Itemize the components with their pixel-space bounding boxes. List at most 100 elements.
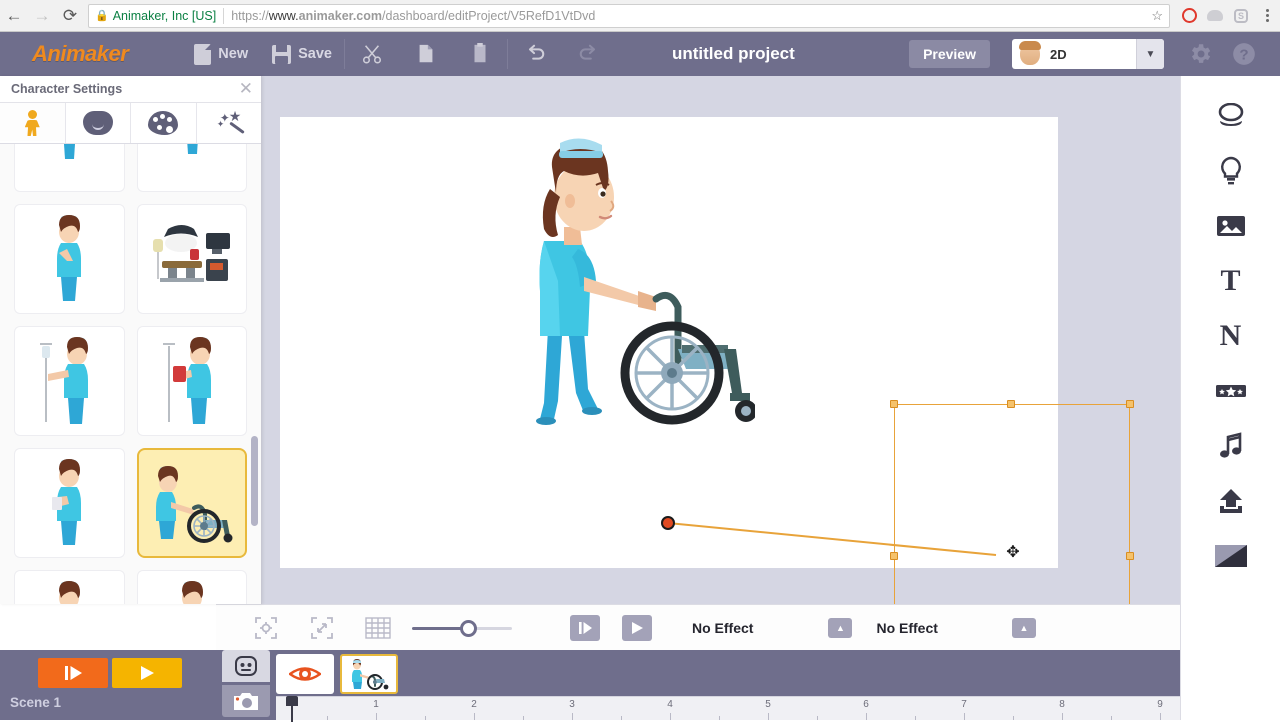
thumb-nurse-clipboard[interactable] xyxy=(14,448,125,558)
resize-handle-middle-left[interactable] xyxy=(890,552,898,560)
thumb-legs-a[interactable] xyxy=(14,144,125,192)
rail-music-icon[interactable] xyxy=(1181,418,1280,473)
track-character[interactable] xyxy=(340,654,398,694)
lock-icon: 🔒 xyxy=(95,10,109,22)
fit-screen-icon xyxy=(311,616,333,639)
thumb-nurse-standing[interactable] xyxy=(14,204,125,314)
rail-effects-icon[interactable] xyxy=(1181,363,1280,418)
play-button[interactable] xyxy=(622,614,652,641)
browser-chrome: ← → ⟳ 🔒 Animaker, Inc [US] https://www.a… xyxy=(0,0,1280,32)
new-button[interactable]: New xyxy=(182,32,260,76)
tab-pose[interactable] xyxy=(0,103,66,143)
stage-area[interactable]: ✥ xyxy=(262,76,1180,714)
close-icon[interactable]: ✕ xyxy=(239,79,253,99)
track-eye[interactable] xyxy=(276,654,334,694)
music-note-icon xyxy=(1219,431,1241,458)
zoom-knob[interactable] xyxy=(460,619,477,637)
animaker-logo[interactable]: Animaker xyxy=(32,41,129,67)
thumb-nurse-front[interactable] xyxy=(136,570,247,604)
entry-effect-caret[interactable]: ▲ xyxy=(828,617,853,638)
project-title[interactable]: untitled project xyxy=(672,44,795,64)
chevron-down-icon[interactable]: ▼ xyxy=(1136,39,1164,69)
back-button[interactable]: ← xyxy=(0,2,28,30)
tab-expression[interactable] xyxy=(65,103,131,143)
person-icon xyxy=(25,110,40,136)
play-all-button[interactable] xyxy=(112,658,182,688)
thumb-nurse-iv-stand[interactable] xyxy=(14,326,125,436)
copy-button[interactable] xyxy=(399,32,453,76)
gear-icon xyxy=(1191,44,1211,63)
thumbnail-scroll-area[interactable] xyxy=(0,144,261,604)
opera-extension-icon[interactable] xyxy=(1176,3,1202,29)
resize-handle-top-left[interactable] xyxy=(890,400,898,408)
stage-toolbar[interactable]: No Effect ▲ No Effect ▲ xyxy=(216,604,1180,650)
playhead-icon[interactable] xyxy=(286,696,298,722)
address-bar[interactable]: 🔒 Animaker, Inc [US] https://www.animake… xyxy=(88,3,1170,28)
thumb-nurse-blood-bag[interactable] xyxy=(136,326,247,436)
ruler-tick-label: 9 xyxy=(1157,699,1163,710)
resize-handle-middle-right[interactable] xyxy=(1126,552,1134,560)
timeline-tool-column xyxy=(222,650,270,720)
mode-dropdown[interactable]: 2D ▼ xyxy=(1012,39,1164,69)
preview-button[interactable]: Preview xyxy=(909,40,990,68)
undo-button[interactable] xyxy=(508,32,562,76)
settings-button[interactable] xyxy=(1178,32,1222,76)
tab-effects[interactable]: ✦ ★ ✦ xyxy=(196,103,261,143)
thumb-operating-table[interactable] xyxy=(136,204,247,314)
nurse-standing-icon xyxy=(57,215,82,301)
rail-text-icon[interactable]: T xyxy=(1181,253,1280,308)
canvas[interactable]: ✥ xyxy=(280,117,1134,714)
character-settings-panel[interactable]: Character Settings ✕ ✦ ★ ✦ xyxy=(0,76,262,604)
save-label: Save xyxy=(298,46,332,62)
play-from-here-icon xyxy=(578,621,592,634)
rail-number-icon[interactable]: N xyxy=(1181,308,1280,363)
thumb-nurse-syringe[interactable] xyxy=(14,570,125,604)
panel-tabs[interactable]: ✦ ★ ✦ xyxy=(0,103,261,144)
cut-button[interactable] xyxy=(345,32,399,76)
thumb-nurse-wheelchair[interactable] xyxy=(136,448,247,558)
rail-character-icon[interactable] xyxy=(1181,88,1280,143)
character-nurse-wheelchair[interactable] xyxy=(510,131,755,436)
scene-label: Scene 1 xyxy=(10,695,62,710)
character-tool-button[interactable] xyxy=(222,650,270,682)
timeline-track-strip[interactable] xyxy=(276,654,398,696)
panel-header: Character Settings ✕ xyxy=(0,76,261,103)
fit-screen-button[interactable] xyxy=(294,605,350,651)
zoom-slider[interactable] xyxy=(412,605,512,651)
forward-button[interactable]: → xyxy=(28,2,56,30)
grid-button[interactable] xyxy=(350,605,406,651)
app-toolbar: Animaker New Save untitled project Previ… xyxy=(0,32,1280,76)
mode-label: 2D xyxy=(1050,46,1067,62)
floppy-disk-icon xyxy=(272,44,292,64)
camera-tool-button[interactable] xyxy=(222,685,270,717)
rail-prop-icon[interactable] xyxy=(1181,143,1280,198)
help-button[interactable]: ? xyxy=(1222,32,1266,76)
bookmark-star-icon[interactable]: ☆ xyxy=(1143,8,1163,24)
exit-effect-caret[interactable]: ▲ xyxy=(1011,617,1036,638)
operating-room-icon xyxy=(152,225,230,282)
resize-handle-top-center[interactable] xyxy=(1007,400,1015,408)
reload-button[interactable]: ⟳ xyxy=(56,2,84,30)
rail-upload-icon[interactable] xyxy=(1181,473,1280,528)
tab-color[interactable] xyxy=(131,103,197,143)
redo-button[interactable] xyxy=(562,32,616,76)
skype-extension-icon[interactable]: S xyxy=(1228,3,1254,29)
play-scene-button[interactable] xyxy=(38,658,108,688)
document-icon xyxy=(194,43,212,65)
panel-scrollbar[interactable] xyxy=(251,436,258,526)
timeline-ruler[interactable]: 1 2 3 4 5 6 7 8 9 10 xyxy=(276,696,1280,722)
rail-background-icon[interactable] xyxy=(1181,528,1280,583)
paste-button[interactable] xyxy=(453,32,507,76)
save-button[interactable]: Save xyxy=(260,32,344,76)
center-button[interactable] xyxy=(238,605,294,651)
ruler-tick-label: 1 xyxy=(373,699,379,710)
thumb-legs-b[interactable] xyxy=(136,144,247,192)
motion-path[interactable] xyxy=(660,509,1010,569)
right-tool-rail[interactable]: T N xyxy=(1180,76,1280,720)
resize-handle-top-right[interactable] xyxy=(1126,400,1134,408)
ruler-tick-label: 6 xyxy=(863,699,869,710)
kebab-menu-icon[interactable] xyxy=(1254,3,1280,29)
play-from-here-button[interactable] xyxy=(570,614,600,641)
cloud-extension-icon[interactable] xyxy=(1202,3,1228,29)
rail-image-icon[interactable] xyxy=(1181,198,1280,253)
